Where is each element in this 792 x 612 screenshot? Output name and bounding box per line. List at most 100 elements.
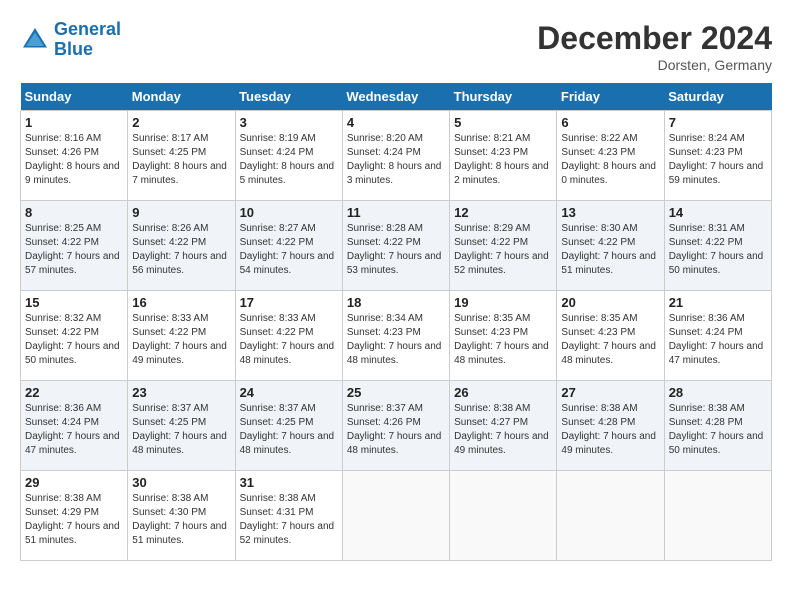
- calendar-cell: 22 Sunrise: 8:36 AM Sunset: 4:24 PM Dayl…: [21, 381, 128, 471]
- calendar-cell: 25 Sunrise: 8:37 AM Sunset: 4:26 PM Dayl…: [342, 381, 449, 471]
- day-number: 13: [561, 205, 659, 220]
- calendar-cell: 1 Sunrise: 8:16 AM Sunset: 4:26 PM Dayli…: [21, 111, 128, 201]
- day-info: Sunrise: 8:20 AM Sunset: 4:24 PM Dayligh…: [347, 132, 445, 188]
- day-number: 18: [347, 295, 445, 310]
- calendar-cell: 3 Sunrise: 8:19 AM Sunset: 4:24 PM Dayli…: [235, 111, 342, 201]
- day-info: Sunrise: 8:33 AM Sunset: 4:22 PM Dayligh…: [132, 312, 230, 368]
- day-info: Sunrise: 8:27 AM Sunset: 4:22 PM Dayligh…: [240, 222, 338, 278]
- day-number: 29: [25, 475, 123, 490]
- day-number: 30: [132, 475, 230, 490]
- calendar-cell: 28 Sunrise: 8:38 AM Sunset: 4:28 PM Dayl…: [664, 381, 771, 471]
- calendar-cell: 18 Sunrise: 8:34 AM Sunset: 4:23 PM Dayl…: [342, 291, 449, 381]
- calendar-cell: 7 Sunrise: 8:24 AM Sunset: 4:23 PM Dayli…: [664, 111, 771, 201]
- day-number: 2: [132, 115, 230, 130]
- calendar-cell: [664, 471, 771, 561]
- day-number: 23: [132, 385, 230, 400]
- day-info: Sunrise: 8:34 AM Sunset: 4:23 PM Dayligh…: [347, 312, 445, 368]
- calendar-cell: 10 Sunrise: 8:27 AM Sunset: 4:22 PM Dayl…: [235, 201, 342, 291]
- day-number: 17: [240, 295, 338, 310]
- day-number: 11: [347, 205, 445, 220]
- day-number: 28: [669, 385, 767, 400]
- calendar-cell: 5 Sunrise: 8:21 AM Sunset: 4:23 PM Dayli…: [450, 111, 557, 201]
- column-header-friday: Friday: [557, 83, 664, 111]
- day-info: Sunrise: 8:17 AM Sunset: 4:25 PM Dayligh…: [132, 132, 230, 188]
- day-info: Sunrise: 8:31 AM Sunset: 4:22 PM Dayligh…: [669, 222, 767, 278]
- calendar-cell: 29 Sunrise: 8:38 AM Sunset: 4:29 PM Dayl…: [21, 471, 128, 561]
- day-info: Sunrise: 8:29 AM Sunset: 4:22 PM Dayligh…: [454, 222, 552, 278]
- calendar-cell: 24 Sunrise: 8:37 AM Sunset: 4:25 PM Dayl…: [235, 381, 342, 471]
- day-info: Sunrise: 8:30 AM Sunset: 4:22 PM Dayligh…: [561, 222, 659, 278]
- calendar-cell: 8 Sunrise: 8:25 AM Sunset: 4:22 PM Dayli…: [21, 201, 128, 291]
- column-header-wednesday: Wednesday: [342, 83, 449, 111]
- column-header-tuesday: Tuesday: [235, 83, 342, 111]
- day-info: Sunrise: 8:35 AM Sunset: 4:23 PM Dayligh…: [561, 312, 659, 368]
- calendar-cell: 12 Sunrise: 8:29 AM Sunset: 4:22 PM Dayl…: [450, 201, 557, 291]
- day-info: Sunrise: 8:22 AM Sunset: 4:23 PM Dayligh…: [561, 132, 659, 188]
- calendar-cell: 30 Sunrise: 8:38 AM Sunset: 4:30 PM Dayl…: [128, 471, 235, 561]
- calendar-cell: 16 Sunrise: 8:33 AM Sunset: 4:22 PM Dayl…: [128, 291, 235, 381]
- logo-text: General Blue: [54, 20, 121, 60]
- calendar-cell: 17 Sunrise: 8:33 AM Sunset: 4:22 PM Dayl…: [235, 291, 342, 381]
- calendar-cell: 14 Sunrise: 8:31 AM Sunset: 4:22 PM Dayl…: [664, 201, 771, 291]
- day-number: 8: [25, 205, 123, 220]
- calendar-table: SundayMondayTuesdayWednesdayThursdayFrid…: [20, 83, 772, 561]
- day-info: Sunrise: 8:21 AM Sunset: 4:23 PM Dayligh…: [454, 132, 552, 188]
- day-info: Sunrise: 8:37 AM Sunset: 4:26 PM Dayligh…: [347, 402, 445, 458]
- day-info: Sunrise: 8:38 AM Sunset: 4:28 PM Dayligh…: [669, 402, 767, 458]
- day-number: 14: [669, 205, 767, 220]
- day-info: Sunrise: 8:36 AM Sunset: 4:24 PM Dayligh…: [25, 402, 123, 458]
- day-number: 6: [561, 115, 659, 130]
- month-title: December 2024: [537, 20, 772, 57]
- calendar-week-row: 15 Sunrise: 8:32 AM Sunset: 4:22 PM Dayl…: [21, 291, 772, 381]
- day-number: 10: [240, 205, 338, 220]
- calendar-cell: [342, 471, 449, 561]
- day-info: Sunrise: 8:36 AM Sunset: 4:24 PM Dayligh…: [669, 312, 767, 368]
- calendar-week-row: 22 Sunrise: 8:36 AM Sunset: 4:24 PM Dayl…: [21, 381, 772, 471]
- logo: General Blue: [20, 20, 121, 60]
- day-info: Sunrise: 8:24 AM Sunset: 4:23 PM Dayligh…: [669, 132, 767, 188]
- calendar-cell: 11 Sunrise: 8:28 AM Sunset: 4:22 PM Dayl…: [342, 201, 449, 291]
- calendar-cell: 23 Sunrise: 8:37 AM Sunset: 4:25 PM Dayl…: [128, 381, 235, 471]
- calendar-cell: 26 Sunrise: 8:38 AM Sunset: 4:27 PM Dayl…: [450, 381, 557, 471]
- calendar-cell: 27 Sunrise: 8:38 AM Sunset: 4:28 PM Dayl…: [557, 381, 664, 471]
- column-header-saturday: Saturday: [664, 83, 771, 111]
- calendar-cell: 31 Sunrise: 8:38 AM Sunset: 4:31 PM Dayl…: [235, 471, 342, 561]
- day-number: 5: [454, 115, 552, 130]
- calendar-cell: 13 Sunrise: 8:30 AM Sunset: 4:22 PM Dayl…: [557, 201, 664, 291]
- day-number: 31: [240, 475, 338, 490]
- day-info: Sunrise: 8:35 AM Sunset: 4:23 PM Dayligh…: [454, 312, 552, 368]
- day-info: Sunrise: 8:33 AM Sunset: 4:22 PM Dayligh…: [240, 312, 338, 368]
- calendar-cell: [557, 471, 664, 561]
- day-number: 27: [561, 385, 659, 400]
- day-info: Sunrise: 8:38 AM Sunset: 4:28 PM Dayligh…: [561, 402, 659, 458]
- day-info: Sunrise: 8:37 AM Sunset: 4:25 PM Dayligh…: [132, 402, 230, 458]
- day-number: 1: [25, 115, 123, 130]
- calendar-week-row: 1 Sunrise: 8:16 AM Sunset: 4:26 PM Dayli…: [21, 111, 772, 201]
- day-info: Sunrise: 8:37 AM Sunset: 4:25 PM Dayligh…: [240, 402, 338, 458]
- calendar-cell: 19 Sunrise: 8:35 AM Sunset: 4:23 PM Dayl…: [450, 291, 557, 381]
- calendar-week-row: 8 Sunrise: 8:25 AM Sunset: 4:22 PM Dayli…: [21, 201, 772, 291]
- column-header-sunday: Sunday: [21, 83, 128, 111]
- day-info: Sunrise: 8:25 AM Sunset: 4:22 PM Dayligh…: [25, 222, 123, 278]
- calendar-cell: 21 Sunrise: 8:36 AM Sunset: 4:24 PM Dayl…: [664, 291, 771, 381]
- calendar-header-row: SundayMondayTuesdayWednesdayThursdayFrid…: [21, 83, 772, 111]
- calendar-cell: 15 Sunrise: 8:32 AM Sunset: 4:22 PM Dayl…: [21, 291, 128, 381]
- day-number: 21: [669, 295, 767, 310]
- calendar-cell: 4 Sunrise: 8:20 AM Sunset: 4:24 PM Dayli…: [342, 111, 449, 201]
- day-info: Sunrise: 8:38 AM Sunset: 4:31 PM Dayligh…: [240, 492, 338, 548]
- day-info: Sunrise: 8:16 AM Sunset: 4:26 PM Dayligh…: [25, 132, 123, 188]
- logo-icon: [20, 25, 50, 55]
- day-number: 4: [347, 115, 445, 130]
- day-number: 16: [132, 295, 230, 310]
- day-number: 15: [25, 295, 123, 310]
- day-number: 25: [347, 385, 445, 400]
- calendar-cell: 20 Sunrise: 8:35 AM Sunset: 4:23 PM Dayl…: [557, 291, 664, 381]
- column-header-thursday: Thursday: [450, 83, 557, 111]
- calendar-cell: 9 Sunrise: 8:26 AM Sunset: 4:22 PM Dayli…: [128, 201, 235, 291]
- day-number: 3: [240, 115, 338, 130]
- calendar-cell: [450, 471, 557, 561]
- day-info: Sunrise: 8:28 AM Sunset: 4:22 PM Dayligh…: [347, 222, 445, 278]
- location-subtitle: Dorsten, Germany: [537, 57, 772, 73]
- day-number: 22: [25, 385, 123, 400]
- day-number: 7: [669, 115, 767, 130]
